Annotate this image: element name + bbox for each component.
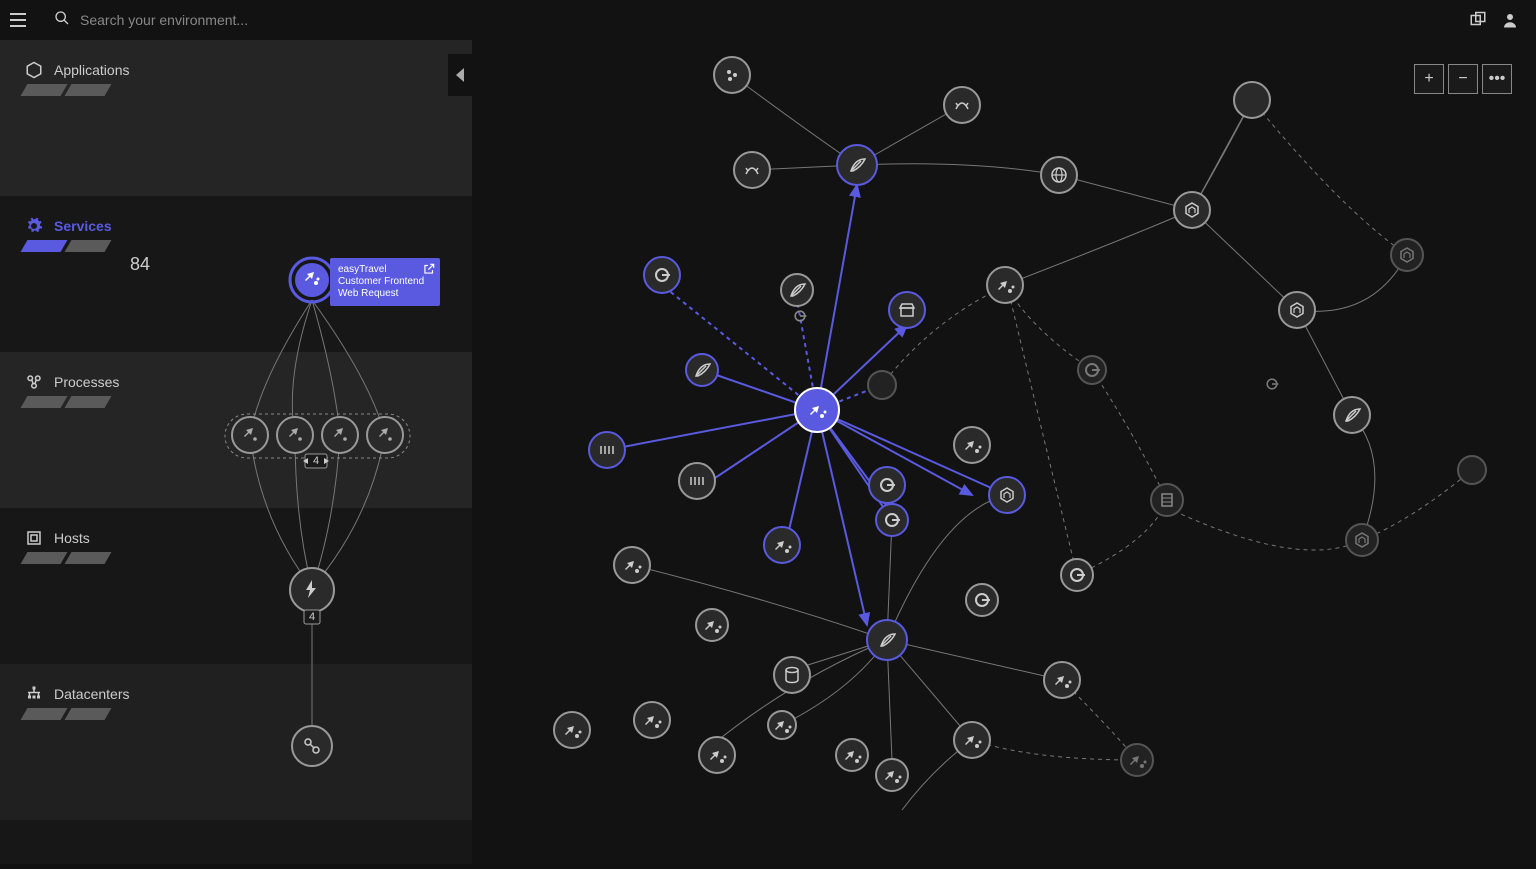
- zoom-in-button[interactable]: +: [1414, 64, 1444, 94]
- graph-node[interactable]: [1174, 192, 1210, 228]
- graph-node[interactable]: [734, 152, 770, 188]
- process-node[interactable]: [277, 417, 313, 453]
- topbar: [0, 0, 1536, 40]
- graph-node[interactable]: [764, 527, 800, 563]
- zoom-more-button[interactable]: •••: [1482, 64, 1512, 94]
- graph-node-selected[interactable]: [795, 388, 839, 432]
- graph-node[interactable]: [989, 477, 1025, 513]
- graph-node[interactable]: [1279, 292, 1315, 328]
- graph-node[interactable]: [1044, 662, 1080, 698]
- process-node[interactable]: [367, 417, 403, 453]
- graph-node[interactable]: [1041, 157, 1077, 193]
- dashboards-icon[interactable]: [1462, 4, 1494, 36]
- collapse-panel-button[interactable]: [448, 54, 472, 96]
- menu-button[interactable]: [10, 8, 34, 32]
- layer-hosts[interactable]: Hosts: [0, 508, 472, 664]
- graph-node[interactable]: [781, 274, 813, 306]
- tooltip-label: easyTravel Customer Frontend Web Request: [338, 264, 424, 299]
- graph-node[interactable]: [1334, 397, 1370, 433]
- graph-node[interactable]: [554, 712, 590, 748]
- search-input[interactable]: [80, 12, 380, 28]
- graph-node[interactable]: [686, 354, 718, 386]
- open-external-icon[interactable]: [422, 262, 436, 276]
- graph-node[interactable]: [1267, 379, 1486, 484]
- layer-label: Datacenters: [54, 686, 129, 702]
- graph-node[interactable]: [1234, 82, 1270, 118]
- process-node[interactable]: [322, 417, 358, 453]
- process-node[interactable]: [232, 417, 268, 453]
- graph-node[interactable]: [1391, 239, 1423, 271]
- search-icon: [54, 10, 70, 31]
- graph-node[interactable]: [696, 609, 728, 641]
- graph-node[interactable]: [876, 759, 908, 791]
- graph-node[interactable]: [987, 267, 1023, 303]
- graph-node[interactable]: [1061, 559, 1093, 591]
- layer-label: Applications: [54, 62, 130, 78]
- graph-node[interactable]: [774, 657, 810, 693]
- graph-node[interactable]: [954, 722, 990, 758]
- user-icon[interactable]: [1494, 4, 1526, 36]
- graph-node[interactable]: [714, 57, 750, 93]
- graph-node[interactable]: [614, 547, 650, 583]
- graph-node[interactable]: [966, 584, 998, 616]
- layer-count: 84: [130, 254, 150, 275]
- datacenter-node[interactable]: [292, 726, 332, 766]
- layer-datacenters[interactable]: Datacenters: [0, 664, 472, 820]
- graph-node[interactable]: [679, 463, 715, 499]
- layer-applications[interactable]: Applications: [0, 40, 472, 196]
- layer-label: Hosts: [54, 530, 90, 546]
- layer-label: Processes: [54, 374, 119, 390]
- zoom-controls: + − •••: [1414, 64, 1512, 94]
- graph-node[interactable]: [954, 427, 990, 463]
- graph-node[interactable]: [589, 432, 625, 468]
- graph-node[interactable]: [876, 504, 908, 536]
- graph-node[interactable]: [644, 257, 680, 293]
- layer-label: Services: [54, 218, 112, 234]
- processes-icon: [24, 372, 44, 392]
- graph-node[interactable]: [869, 467, 905, 503]
- selected-service-node[interactable]: [290, 258, 334, 302]
- topology-svg: [472, 40, 1536, 864]
- graph-node[interactable]: [836, 739, 868, 771]
- graph-node[interactable]: [944, 87, 980, 123]
- graph-node[interactable]: [634, 702, 670, 738]
- graph-node[interactable]: [795, 311, 896, 399]
- graph-node[interactable]: [1151, 484, 1183, 516]
- topology-canvas[interactable]: + − •••: [472, 40, 1536, 864]
- host-icon: [24, 528, 44, 548]
- graph-node[interactable]: [1078, 356, 1106, 384]
- graph-node[interactable]: [768, 711, 796, 739]
- graph-node[interactable]: [889, 292, 925, 328]
- datacenter-icon: [24, 684, 44, 704]
- smartscape-layers-panel: Applications Services 84 Processes: [0, 40, 472, 864]
- graph-node[interactable]: [1346, 524, 1378, 556]
- graph-node[interactable]: [1121, 744, 1153, 776]
- host-node[interactable]: [290, 568, 334, 612]
- gear-icon: [24, 216, 44, 236]
- hexagon-icon: [24, 60, 44, 80]
- graph-node[interactable]: [837, 145, 877, 185]
- graph-node[interactable]: [867, 620, 907, 660]
- selected-node-tooltip[interactable]: easyTravel Customer Frontend Web Request: [330, 258, 440, 306]
- zoom-out-button[interactable]: −: [1448, 64, 1478, 94]
- graph-node[interactable]: [699, 737, 735, 773]
